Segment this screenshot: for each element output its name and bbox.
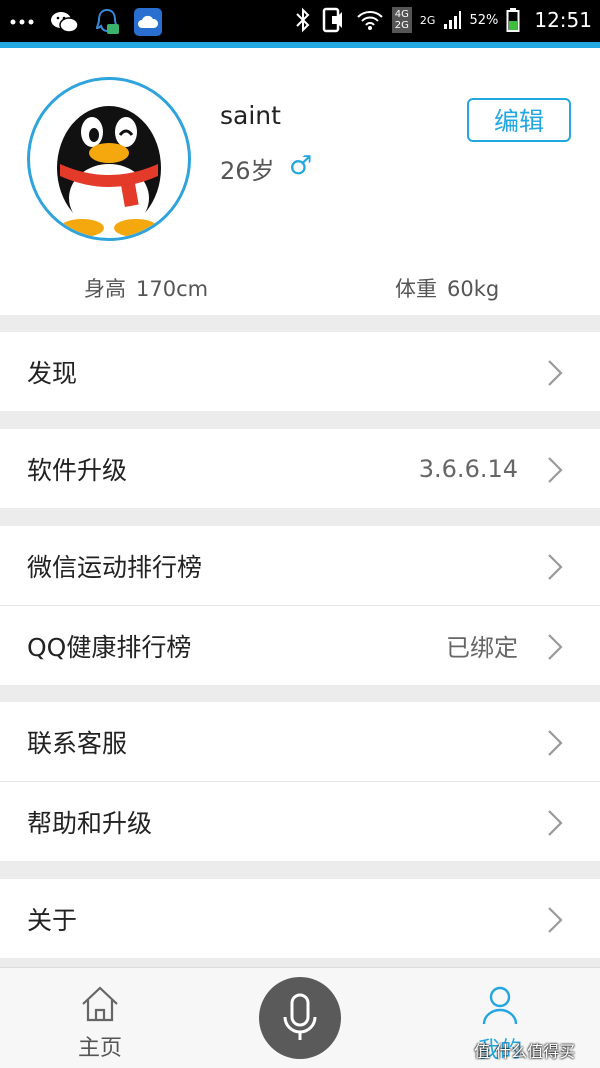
menu-item-label: 软件升级: [27, 455, 128, 485]
tab-home-label: 主页: [77, 1036, 122, 1061]
home-icon: [82, 986, 118, 1022]
menu-item-label: 帮助和升级: [27, 808, 153, 838]
edit-button[interactable]: 编辑: [467, 98, 571, 142]
height-value: 170cm: [136, 277, 209, 301]
clock: 12:51: [534, 8, 592, 32]
menu-item-label: QQ健康排行榜: [27, 632, 192, 662]
height-label: 身高: [84, 277, 126, 301]
network-indicator: 4G 2G: [391, 7, 412, 33]
cloud-app-icon: [134, 8, 162, 36]
age-label: 26岁: [220, 157, 275, 185]
menu-group-support: 联系客服 帮助和升级: [0, 702, 600, 861]
profile-card: saint 26岁 ♂ 编辑 身高 170cm 体重 60kg: [0, 48, 600, 315]
menu-group-discover: 发现: [0, 332, 600, 411]
user-icon: [482, 986, 518, 1025]
chevron-right-icon: [548, 360, 563, 386]
network-type-2: 2G: [419, 13, 436, 27]
more-dots-icon: [8, 8, 38, 36]
network-type-bottom: 2G: [394, 20, 409, 31]
chevron-right-icon: [548, 810, 563, 836]
menu-item-help-upgrade[interactable]: 帮助和升级: [0, 782, 600, 861]
menu-item-label: 发现: [27, 358, 78, 388]
menu-item-label: 微信运动排行榜: [27, 552, 203, 582]
voice-button[interactable]: [259, 977, 341, 1059]
menu-item-software-upgrade[interactable]: 软件升级 3.6.6.14: [0, 429, 600, 508]
weight-stat: 体重 60kg: [395, 273, 499, 303]
signal-icon: [443, 10, 462, 30]
weight-label: 体重: [395, 277, 437, 301]
menu-item-qq-ranking[interactable]: QQ健康排行榜 已绑定: [0, 606, 600, 685]
status-bar: 4G 2G 2G 52% 12:51: [0, 0, 600, 42]
menu-item-label: 联系客服: [27, 728, 128, 758]
menu-item-discover[interactable]: 发现: [0, 332, 600, 411]
menu-group-about: 关于: [0, 879, 600, 958]
battery-icon: [506, 7, 520, 33]
qq-bound-status: 已绑定: [446, 634, 518, 662]
menu-item-contact-service[interactable]: 联系客服: [0, 702, 600, 782]
menu-item-label: 关于: [27, 905, 78, 935]
weight-value: 60kg: [447, 277, 500, 301]
menu-item-wechat-ranking[interactable]: 微信运动排行榜: [0, 526, 600, 606]
ring-vibrate-icon: [320, 6, 348, 34]
watermark: 值 什么值得买: [474, 1042, 576, 1061]
network-type-top: 4G: [394, 9, 409, 20]
microphone-icon: [283, 993, 317, 1040]
battery-percent: 52%: [469, 12, 499, 28]
qq-icon: [92, 7, 122, 37]
chevron-right-icon: [548, 457, 563, 483]
tab-home[interactable]: 主页: [70, 984, 130, 1062]
menu-group-upgrade: 软件升级 3.6.6.14: [0, 429, 600, 508]
chevron-right-icon: [548, 554, 563, 580]
software-version: 3.6.6.14: [418, 454, 518, 483]
height-stat: 身高 170cm: [84, 273, 208, 303]
avatar[interactable]: [27, 77, 191, 241]
wifi-icon: [356, 9, 384, 31]
chevron-right-icon: [548, 634, 563, 660]
male-icon: ♂: [289, 151, 313, 181]
username: saint: [220, 101, 281, 130]
menu-group-ranking: 微信运动排行榜 QQ健康排行榜 已绑定: [0, 526, 600, 685]
penguin-avatar-icon: [57, 106, 161, 237]
menu-item-about[interactable]: 关于: [0, 879, 600, 958]
chevron-right-icon: [548, 730, 563, 756]
chevron-right-icon: [548, 907, 563, 933]
bluetooth-icon: [294, 7, 312, 33]
wechat-icon: [50, 8, 80, 36]
